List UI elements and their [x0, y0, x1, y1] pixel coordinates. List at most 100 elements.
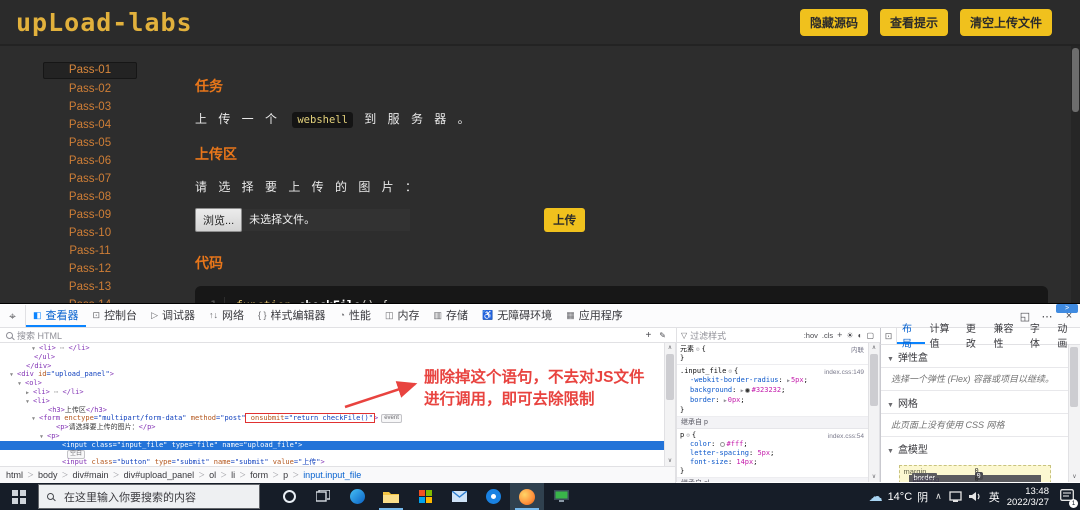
- clock[interactable]: 13:48 2022/3/27: [1007, 486, 1049, 508]
- tab-console[interactable]: ⊡控制台: [86, 305, 145, 327]
- scroll-down-icon[interactable]: ∨: [869, 473, 879, 481]
- grid-section-header[interactable]: ▼网格: [881, 391, 1068, 414]
- gear-icon[interactable]: ⚙: [728, 368, 732, 375]
- print-simulation-icon[interactable]: ▢: [866, 331, 874, 340]
- box-model-margin[interactable]: margin 0 0 0 border 0 0 0 padding 0 0 0 …: [899, 465, 1051, 482]
- flexbox-section-header[interactable]: ▼弹性盒: [881, 345, 1068, 368]
- markup-scrollbar-thumb[interactable]: [666, 354, 674, 400]
- taskbar-search-input[interactable]: 在这里输入你要搜索的内容: [38, 484, 260, 509]
- breadcrumb-item[interactable]: div#main: [73, 470, 109, 480]
- firefox-icon[interactable]: [510, 483, 544, 510]
- mail-icon[interactable]: [442, 483, 476, 510]
- scroll-up-icon[interactable]: ∧: [665, 344, 675, 352]
- file-explorer-icon[interactable]: [374, 483, 408, 510]
- css-declaration[interactable]: border: ▶0px;: [680, 396, 865, 406]
- sidebar-item-pass-01[interactable]: Pass-01: [43, 62, 137, 79]
- scroll-down-icon[interactable]: ∨: [665, 457, 675, 465]
- volume-icon[interactable]: [969, 491, 982, 502]
- sidebar-item-pass-04[interactable]: Pass-04: [43, 118, 137, 133]
- sidebar-tab-2[interactable]: 更改: [961, 328, 989, 344]
- breadcrumb-item[interactable]: div#upload_panel: [124, 470, 195, 480]
- tab-debugger[interactable]: ▷调试器: [144, 305, 202, 327]
- sidebar-tab-1[interactable]: 计算值: [925, 328, 961, 344]
- layout-scrollbar[interactable]: ∨: [1068, 345, 1080, 482]
- expand-icon[interactable]: ▶: [724, 398, 727, 404]
- markup-row[interactable]: ▼<form enctype="multipart/form-data" met…: [0, 414, 664, 423]
- new-node-icon[interactable]: +: [645, 330, 651, 341]
- markup-row[interactable]: </ul>: [0, 353, 664, 362]
- sidebar-item-pass-13[interactable]: Pass-13: [43, 280, 137, 295]
- tab-performance[interactable]: ◔性能: [333, 305, 378, 327]
- upload-button[interactable]: 上传: [544, 208, 585, 232]
- page-scrollbar-thumb[interactable]: [1072, 48, 1079, 112]
- markup-row[interactable]: <input class="button" type="submit" name…: [0, 458, 664, 466]
- css-rule[interactable]: p⚙{index.css:54color: #fff;letter-spacin…: [677, 429, 868, 478]
- sidebar-item-pass-11[interactable]: Pass-11: [43, 244, 137, 259]
- markup-row[interactable]: ▼<div id="upload_panel">: [0, 370, 664, 379]
- color-swatch-icon[interactable]: [720, 442, 725, 447]
- start-button[interactable]: [0, 483, 38, 510]
- rules-scrollbar-thumb[interactable]: [870, 354, 878, 406]
- hide-source-button[interactable]: 隐藏源码: [800, 9, 868, 36]
- breadcrumb-item[interactable]: li: [231, 470, 235, 480]
- tab-application[interactable]: ▦应用程序: [559, 305, 630, 327]
- scroll-down-icon[interactable]: ∨: [1069, 473, 1080, 481]
- sidebar-item-pass-10[interactable]: Pass-10: [43, 226, 137, 241]
- markup-row[interactable]: ▶<li> ⋯ </li>: [0, 388, 664, 397]
- css-declaration[interactable]: font-size: 14px;: [680, 458, 865, 467]
- html-search-bar[interactable]: 搜索 HTML + ✎: [0, 328, 676, 343]
- markup-scrollbar[interactable]: ∧ ∨: [664, 343, 676, 466]
- file-name-field[interactable]: 未选择文件。: [242, 209, 410, 231]
- tab-inspector[interactable]: ◧查看器: [26, 305, 86, 327]
- expand-icon[interactable]: ▶: [741, 388, 744, 394]
- stylesheet-link[interactable]: index.css:149: [824, 368, 864, 377]
- browse-button[interactable]: 浏览...: [195, 208, 242, 232]
- breadcrumb-item[interactable]: input.input_file: [303, 470, 361, 480]
- class-toggle[interactable]: .cls: [822, 331, 833, 340]
- markup-row[interactable]: ▼<p>: [0, 432, 664, 441]
- cortana-icon[interactable]: [272, 483, 306, 510]
- network-icon[interactable]: [949, 491, 962, 502]
- sidebar-tab-0[interactable]: 布局: [897, 328, 925, 344]
- pseudo-class-toggle[interactable]: :hov: [804, 331, 818, 340]
- tab-network[interactable]: ↑↓网络: [202, 305, 251, 327]
- sidebar-item-pass-08[interactable]: Pass-08: [43, 190, 137, 205]
- markup-row[interactable]: <p>请选择要上传的图片：</p>: [0, 423, 664, 432]
- split-sidebar-icon[interactable]: ⊡: [881, 328, 897, 344]
- markup-row[interactable]: ▼<li> ⋯ </li>: [0, 344, 664, 353]
- scroll-right-indicator[interactable]: >: [1056, 304, 1078, 313]
- page-scrollbar[interactable]: [1071, 46, 1080, 303]
- scroll-up-icon[interactable]: ∧: [869, 344, 879, 352]
- input-language[interactable]: 英: [989, 489, 1000, 505]
- box-model-border[interactable]: border 0 0 0 padding 0 0 0 0 214.567×23.…: [909, 475, 1041, 482]
- layout-scrollbar-thumb[interactable]: [1070, 347, 1078, 407]
- sidebar-item-pass-02[interactable]: Pass-02: [43, 82, 137, 97]
- style-filter-bar[interactable]: ▽ 过滤样式 :hov .cls + ☀ ◐ ▢: [676, 328, 880, 343]
- tab-accessibility[interactable]: ♿无障碍环境: [475, 305, 559, 327]
- css-declaration[interactable]: background: ▶#323232;: [680, 386, 865, 396]
- sidebar-item-pass-09[interactable]: Pass-09: [43, 208, 137, 223]
- light-theme-icon[interactable]: ☀: [846, 331, 853, 340]
- css-rule[interactable]: .input_file⚙{index.css:149-webkit-border…: [677, 365, 868, 417]
- sidebar-tab-3[interactable]: 兼容性: [988, 328, 1024, 344]
- contrast-icon[interactable]: ◐: [858, 331, 863, 340]
- stylesheet-link[interactable]: index.css:54: [828, 432, 864, 441]
- css-rule[interactable]: 元素⚙{内联}: [677, 343, 868, 365]
- css-declaration[interactable]: color: #fff;: [680, 440, 865, 449]
- view-hint-button[interactable]: 查看提示: [880, 9, 948, 36]
- hidden-icons-chevron[interactable]: ∧: [935, 491, 942, 502]
- sidebar-item-pass-03[interactable]: Pass-03: [43, 100, 137, 115]
- markup-row[interactable]: ▼<ol>: [0, 379, 664, 388]
- clear-uploads-button[interactable]: 清空上传文件: [960, 9, 1052, 36]
- add-rule-icon[interactable]: +: [837, 330, 842, 340]
- tab-memory[interactable]: ◫内存: [378, 305, 427, 327]
- remote-desktop-icon[interactable]: [544, 483, 578, 510]
- breadcrumb-item[interactable]: form: [250, 470, 268, 480]
- sidebar-tab-4[interactable]: 字体: [1025, 328, 1053, 344]
- css-declaration[interactable]: letter-spacing: 5px;: [680, 449, 865, 458]
- breadcrumb-item[interactable]: body: [38, 470, 58, 480]
- tab-storage[interactable]: ▥存储: [426, 305, 475, 327]
- weather-widget[interactable]: ☁ 14°C 阴: [869, 488, 929, 505]
- gear-icon[interactable]: ⚙: [696, 346, 700, 353]
- netdisk-icon[interactable]: [476, 483, 510, 510]
